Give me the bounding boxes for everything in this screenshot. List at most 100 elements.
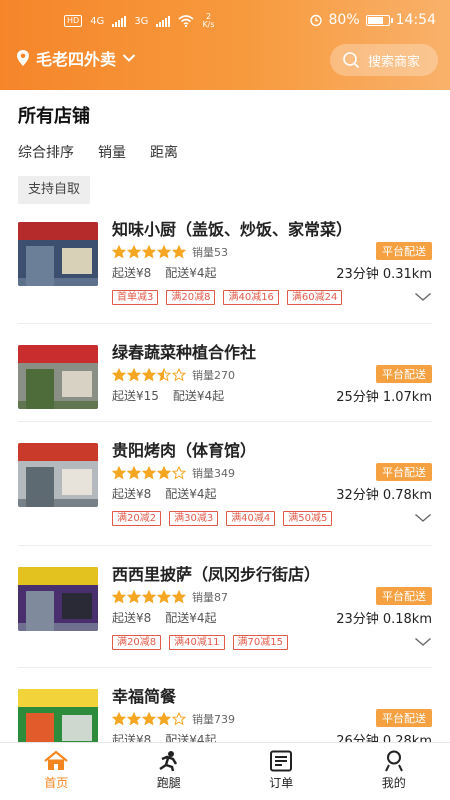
delivery-eta: 26分钟 0.28km bbox=[336, 734, 432, 742]
shop-thumbnail bbox=[18, 443, 98, 507]
divider bbox=[18, 421, 432, 422]
shop-card[interactable]: 贵阳烤肉（体育馆） 销量349 平台配送 起送¥8 配送¥4起 32分钟 0.78km 满2… bbox=[18, 441, 432, 533]
tab-errand[interactable]: 跑腿 bbox=[113, 743, 226, 800]
sort-sales[interactable]: 销量 bbox=[98, 142, 126, 162]
delivery-badge: 平台配送 bbox=[376, 365, 432, 383]
location-pin-icon bbox=[17, 50, 29, 66]
clock: 14:54 bbox=[395, 12, 436, 28]
expand-chevron-icon[interactable] bbox=[414, 637, 432, 647]
app-screen: HD 4G 3G 2 K/s 80% 14:54 毛老四外卖 搜索商家 所有店铺… bbox=[0, 0, 450, 800]
promo-tag: 满70减15 bbox=[232, 635, 288, 650]
delivery-fee: 配送¥4起 bbox=[165, 733, 217, 742]
chevron-down-icon bbox=[122, 54, 136, 62]
delivery-eta: 32分钟 0.78km bbox=[336, 488, 432, 503]
shop-rating: 销量87 bbox=[112, 589, 228, 605]
shop-sales: 销量53 bbox=[192, 246, 228, 259]
shop-thumbnail bbox=[18, 689, 98, 742]
star-rating bbox=[112, 466, 186, 480]
search-icon bbox=[343, 52, 360, 69]
star-icon bbox=[142, 590, 156, 604]
shop-sales: 销量270 bbox=[192, 369, 235, 382]
star-icon bbox=[172, 466, 186, 480]
promo-tag: 满40减11 bbox=[169, 635, 225, 650]
bottom-tab-bar: 首页 跑腿 订单 我的 bbox=[0, 742, 450, 800]
delivery-eta: 25分钟 1.07km bbox=[336, 390, 432, 405]
pickup-filter-button[interactable]: 支持自取 bbox=[18, 176, 91, 204]
delivery-badge: 平台配送 bbox=[376, 242, 432, 260]
promo-tag: 满40减4 bbox=[226, 511, 276, 526]
star-icon bbox=[157, 712, 171, 726]
sort-distance[interactable]: 距离 bbox=[150, 142, 178, 162]
location-selector[interactable]: 毛老四外卖 bbox=[16, 46, 136, 70]
star-rating bbox=[112, 245, 186, 259]
star-icon bbox=[157, 466, 171, 480]
delivery-fee: 配送¥4起 bbox=[165, 611, 217, 625]
shop-rating: 销量739 bbox=[112, 711, 235, 727]
star-icon bbox=[172, 590, 186, 604]
promo-tag: 满20减2 bbox=[112, 511, 162, 526]
wifi-icon bbox=[178, 15, 194, 27]
order-icon bbox=[270, 750, 293, 772]
star-icon bbox=[127, 466, 141, 480]
shop-name: 贵阳烤肉（体育馆） bbox=[112, 441, 257, 460]
shop-name: 幸福简餐 bbox=[112, 687, 177, 706]
star-icon bbox=[127, 245, 141, 259]
divider bbox=[18, 667, 432, 668]
star-icon bbox=[112, 466, 126, 480]
shop-list-section: 所有店铺 综合排序 销量 距离 支持自取 知味小厨（盖饭、炒饭、家常菜） 销量53… bbox=[0, 90, 450, 742]
tab-profile[interactable]: 我的 bbox=[338, 743, 450, 800]
promo-tag: 满50减5 bbox=[283, 511, 333, 526]
delivery-eta: 23分钟 0.31km bbox=[336, 267, 432, 282]
alarm-icon bbox=[309, 14, 322, 27]
sort-comprehensive[interactable]: 综合排序 bbox=[18, 142, 74, 162]
page-title: 所有店铺 bbox=[18, 106, 90, 127]
search-button[interactable]: 搜索商家 bbox=[330, 44, 438, 76]
star-rating bbox=[112, 368, 186, 382]
shop-fees: 起送¥8 配送¥4起 bbox=[112, 609, 217, 626]
promo-tag: 满30减3 bbox=[169, 511, 219, 526]
shop-fees: 起送¥8 配送¥4起 bbox=[112, 264, 217, 281]
star-icon bbox=[157, 368, 171, 382]
min-order: 起送¥8 bbox=[112, 266, 152, 280]
tab-orders-label: 订单 bbox=[269, 776, 294, 790]
shop-thumbnail bbox=[18, 345, 98, 409]
shop-rating: 销量270 bbox=[112, 367, 235, 383]
delivery-eta: 23分钟 0.18km bbox=[336, 612, 432, 627]
shop-fees: 起送¥8 配送¥4起 bbox=[112, 485, 217, 502]
net-1-label: 4G bbox=[90, 15, 105, 27]
shop-name: 知味小厨（盖饭、炒饭、家常菜） bbox=[112, 220, 353, 239]
home-icon bbox=[44, 750, 68, 770]
speed-unit: K/s bbox=[202, 20, 215, 29]
star-icon bbox=[127, 590, 141, 604]
tab-orders[interactable]: 订单 bbox=[225, 743, 338, 800]
expand-chevron-icon[interactable] bbox=[414, 513, 432, 523]
profile-icon bbox=[384, 750, 403, 772]
shop-rating: 销量349 bbox=[112, 465, 235, 481]
tab-profile-label: 我的 bbox=[381, 776, 406, 790]
sort-options: 综合排序 销量 距离 bbox=[18, 142, 178, 162]
shop-card[interactable]: 幸福简餐 销量739 平台配送 起送¥8 配送¥4起 26分钟 0.28km bbox=[18, 687, 432, 742]
delivery-fee: 配送¥4起 bbox=[172, 389, 225, 403]
promo-tags: 满20减2 满30减3 满40减4 满50减5 bbox=[112, 511, 333, 526]
star-icon bbox=[157, 245, 171, 259]
star-icon bbox=[112, 590, 126, 604]
shop-sales: 销量349 bbox=[192, 467, 235, 480]
min-order: 起送¥8 bbox=[112, 611, 152, 625]
min-order: 起送¥15 bbox=[112, 389, 159, 403]
star-icon bbox=[112, 368, 126, 382]
star-icon bbox=[142, 368, 156, 382]
battery-fill bbox=[367, 16, 383, 24]
expand-chevron-icon[interactable] bbox=[414, 292, 432, 302]
shop-card[interactable]: 西西里披萨（凤冈步行街店） 销量87 平台配送 起送¥8 配送¥4起 23分钟 0.18k… bbox=[18, 565, 432, 657]
shop-card[interactable]: 知味小厨（盖饭、炒饭、家常菜） 销量53 平台配送起送¥8 配送¥4起 23分钟 0.3… bbox=[18, 220, 432, 312]
hd-badge: HD bbox=[64, 15, 83, 27]
promo-tag: 首单减3 bbox=[112, 290, 159, 305]
signal-icon-2 bbox=[156, 15, 171, 27]
star-icon bbox=[142, 712, 156, 726]
runner-icon bbox=[159, 751, 177, 772]
tab-home[interactable]: 首页 bbox=[0, 743, 113, 800]
star-icon bbox=[112, 245, 126, 259]
delivery-fee: 配送¥4起 bbox=[165, 487, 217, 501]
min-order: 起送¥8 bbox=[112, 733, 152, 742]
min-order: 起送¥8 bbox=[112, 487, 152, 501]
